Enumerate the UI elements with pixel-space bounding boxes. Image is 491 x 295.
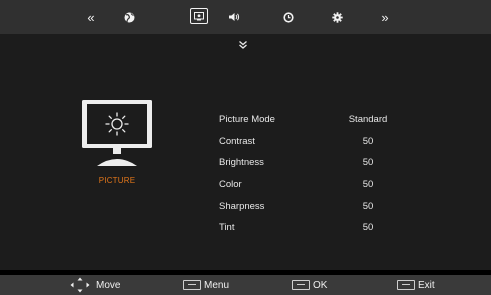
exit-key-icon bbox=[397, 280, 415, 290]
move-hint-label: Move bbox=[96, 279, 121, 291]
setting-row-sharpness[interactable]: Sharpness 50 bbox=[219, 195, 419, 217]
menu-tab-bar: « » bbox=[0, 0, 491, 34]
setting-value: 50 bbox=[362, 200, 374, 212]
menu-hint-label: Menu bbox=[204, 279, 230, 291]
exit-hint-label: Exit bbox=[418, 279, 435, 291]
picture-settings-panel: PICTURE Picture Mode Standard Contrast 5… bbox=[0, 34, 491, 270]
setting-value: Standard bbox=[348, 114, 388, 126]
setting-label: Color bbox=[219, 179, 242, 191]
menu-hint: Menu bbox=[183, 275, 229, 295]
exit-hint: Exit bbox=[397, 275, 435, 295]
setting-label: Picture Mode bbox=[219, 114, 275, 126]
setting-label: Brightness bbox=[219, 157, 264, 169]
setting-value: 50 bbox=[362, 135, 374, 147]
move-hint: Move bbox=[70, 275, 120, 295]
settings-list: Picture Mode Standard Contrast 50 Bright… bbox=[219, 109, 419, 239]
gear-icon[interactable] bbox=[327, 7, 347, 27]
setting-row-picture-mode[interactable]: Picture Mode Standard bbox=[219, 109, 419, 131]
ok-key-icon bbox=[292, 280, 310, 290]
setting-label: Tint bbox=[219, 222, 235, 234]
tv-menu-screen: « » PICTURE Picture Mode Standard Contra… bbox=[0, 0, 491, 295]
setting-row-brightness[interactable]: Brightness 50 bbox=[219, 152, 419, 174]
speaker-icon[interactable] bbox=[224, 7, 244, 27]
setting-value: 50 bbox=[362, 179, 374, 191]
dpad-icon bbox=[70, 277, 90, 293]
menu-key-icon bbox=[183, 280, 201, 290]
setting-label: Contrast bbox=[219, 135, 255, 147]
setting-label: Sharpness bbox=[219, 200, 265, 212]
chevron-double-left-icon[interactable]: « bbox=[81, 7, 101, 27]
setting-row-tint[interactable]: Tint 50 bbox=[219, 217, 419, 239]
monitor-brightness-icon bbox=[79, 98, 155, 168]
chevron-double-right-icon[interactable]: » bbox=[375, 7, 395, 27]
setting-row-contrast[interactable]: Contrast 50 bbox=[219, 131, 419, 153]
clock-icon[interactable] bbox=[278, 7, 298, 27]
setting-value: 50 bbox=[362, 222, 374, 234]
ok-hint: OK bbox=[292, 275, 327, 295]
setting-value: 50 bbox=[362, 157, 374, 169]
setting-row-color[interactable]: Color 50 bbox=[219, 174, 419, 196]
key-hint-bar: Move Menu OK Exit bbox=[0, 275, 491, 295]
ok-hint-label: OK bbox=[313, 279, 328, 291]
globe-icon[interactable] bbox=[119, 7, 139, 27]
picture-caption: PICTURE bbox=[98, 176, 136, 185]
chevron-double-down-icon bbox=[236, 38, 250, 52]
picture-tab-icon[interactable] bbox=[190, 8, 208, 24]
